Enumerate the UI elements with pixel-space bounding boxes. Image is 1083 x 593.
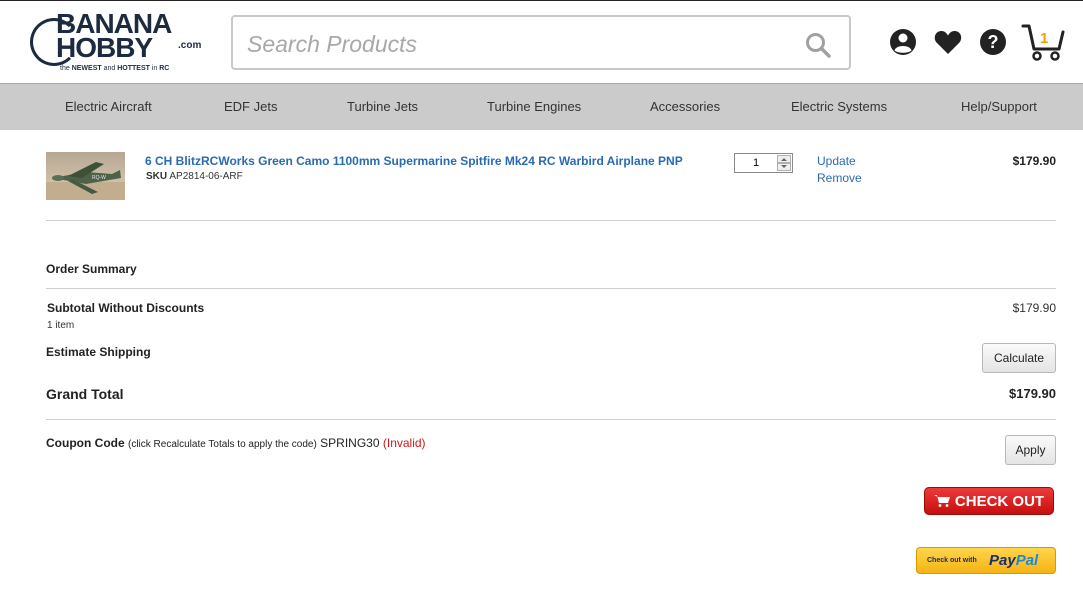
logo-dotcom: .com: [178, 40, 202, 51]
calculate-button[interactable]: Calculate: [982, 343, 1056, 373]
heart-icon[interactable]: [933, 27, 963, 57]
quantity-input[interactable]: [737, 156, 775, 170]
coupon-row: Coupon Code (click Recalculate Totals to…: [46, 436, 426, 450]
nav-edf-jets[interactable]: EDF Jets: [224, 99, 277, 114]
cart-count-badge: 1: [1040, 30, 1049, 47]
coupon-label: Coupon Code: [46, 436, 125, 450]
update-link[interactable]: Update: [817, 154, 856, 168]
paypal-caption: Check out with: [927, 557, 977, 564]
top-border: [0, 0, 1083, 1]
banana-hobby-logo[interactable]: BANANA HOBBY .com the NEWEST and HOTTEST…: [30, 10, 205, 74]
line-item-price: $179.90: [1012, 154, 1056, 168]
nav-turbine-jets[interactable]: Turbine Jets: [347, 99, 418, 114]
divider: [46, 288, 1056, 289]
divider: [46, 220, 1056, 221]
nav-electric-systems[interactable]: Electric Systems: [791, 99, 887, 114]
svg-text:?: ?: [988, 32, 999, 52]
order-summary-title: Order Summary: [46, 262, 137, 276]
coupon-status-invalid: (Invalid): [382, 436, 426, 450]
logo-line2: HOBBY: [56, 32, 153, 63]
logo-tagline: the NEWEST and HOTTEST in RC: [60, 65, 170, 72]
apply-coupon-button[interactable]: Apply: [1005, 435, 1056, 465]
coupon-code: SPRING30: [320, 436, 380, 450]
search-box: [231, 15, 851, 70]
grand-total-value: $179.90: [1009, 386, 1056, 401]
subtotal-value: $179.90: [1012, 301, 1056, 315]
nav-accessories[interactable]: Accessories: [650, 99, 720, 114]
coupon-note: (click Recalculate Totals to apply the c…: [128, 439, 317, 450]
grand-total-label: Grand Total: [46, 386, 124, 402]
nav-electric-aircraft[interactable]: Electric Aircraft: [65, 99, 152, 114]
search-icon[interactable]: [805, 32, 831, 58]
search-input[interactable]: [245, 27, 789, 61]
paypal-logo: PayPal: [989, 552, 1039, 569]
subtotal-label: Subtotal Without Discounts: [47, 301, 205, 315]
qty-up-arrow-icon[interactable]: [777, 155, 791, 163]
main-nav: Electric Aircraft EDF Jets Turbine Jets …: [0, 83, 1083, 130]
product-name-link[interactable]: 6 CH BlitzRCWorks Green Camo 1100mm Supe…: [145, 154, 683, 168]
checkout-button[interactable]: CHECK OUT: [924, 487, 1054, 515]
quantity-stepper: [734, 153, 793, 173]
divider: [46, 419, 1056, 420]
cart-icon: [933, 494, 950, 507]
airplane-image-icon: RQ-W: [46, 162, 125, 200]
help-icon[interactable]: ?: [978, 27, 1008, 57]
product-thumbnail[interactable]: RQ-W: [46, 152, 125, 200]
nav-help-support[interactable]: Help/Support: [961, 99, 1037, 114]
paypal-checkout-button[interactable]: Check out with PayPal: [916, 547, 1056, 574]
account-icon[interactable]: [888, 27, 918, 57]
svg-text:RQ-W: RQ-W: [92, 175, 106, 181]
remove-link[interactable]: Remove: [817, 171, 862, 185]
qty-down-arrow-icon[interactable]: [777, 163, 791, 171]
product-sku: SKU AP2814-06-ARF: [146, 171, 243, 182]
estimate-shipping-label: Estimate Shipping: [46, 345, 151, 359]
item-count: 1 item: [47, 320, 75, 331]
nav-turbine-engines[interactable]: Turbine Engines: [487, 99, 581, 114]
